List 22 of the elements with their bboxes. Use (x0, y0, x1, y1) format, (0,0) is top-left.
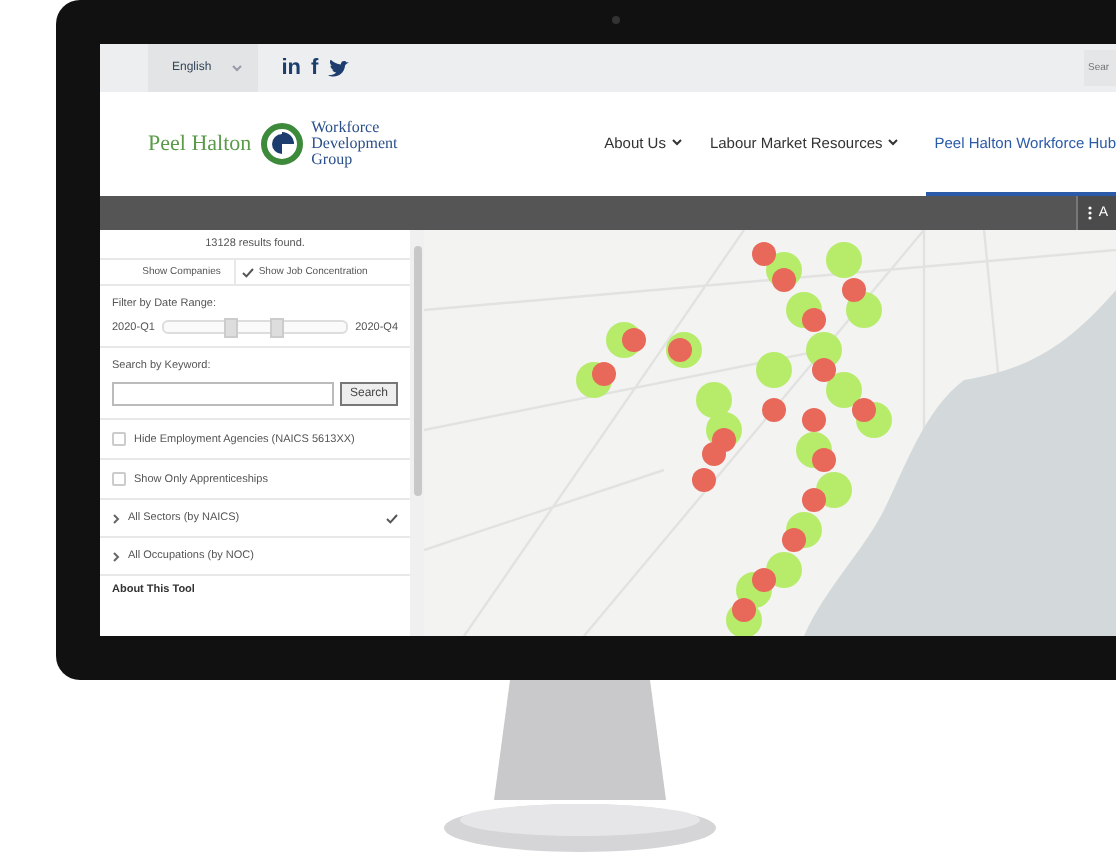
heat-spot (762, 398, 786, 422)
checkbox[interactable] (112, 432, 126, 446)
bird-icon[interactable] (328, 59, 351, 77)
scrollbar[interactable] (413, 246, 421, 496)
logo-icon (259, 122, 304, 166)
keyword-field[interactable] (112, 382, 334, 406)
check-icon (242, 267, 255, 277)
date-range-slider[interactable] (162, 320, 348, 334)
slider-handle[interactable] (270, 318, 285, 338)
linkedin-link[interactable]: in (281, 56, 301, 80)
check-icon (386, 513, 398, 523)
heat-spot (696, 382, 732, 418)
more-icon (1088, 206, 1093, 220)
facebook-link[interactable]: f (310, 56, 319, 80)
heat-spot (692, 468, 716, 492)
logo-subtitle: Workforce Development Group (311, 120, 398, 168)
logo-name: Peel Halton (148, 132, 252, 156)
slider-handle[interactable] (223, 318, 238, 338)
camera-icon (612, 16, 620, 24)
chevron-icon (231, 64, 242, 72)
heat-spot (756, 352, 792, 388)
checkbox[interactable] (112, 472, 126, 486)
